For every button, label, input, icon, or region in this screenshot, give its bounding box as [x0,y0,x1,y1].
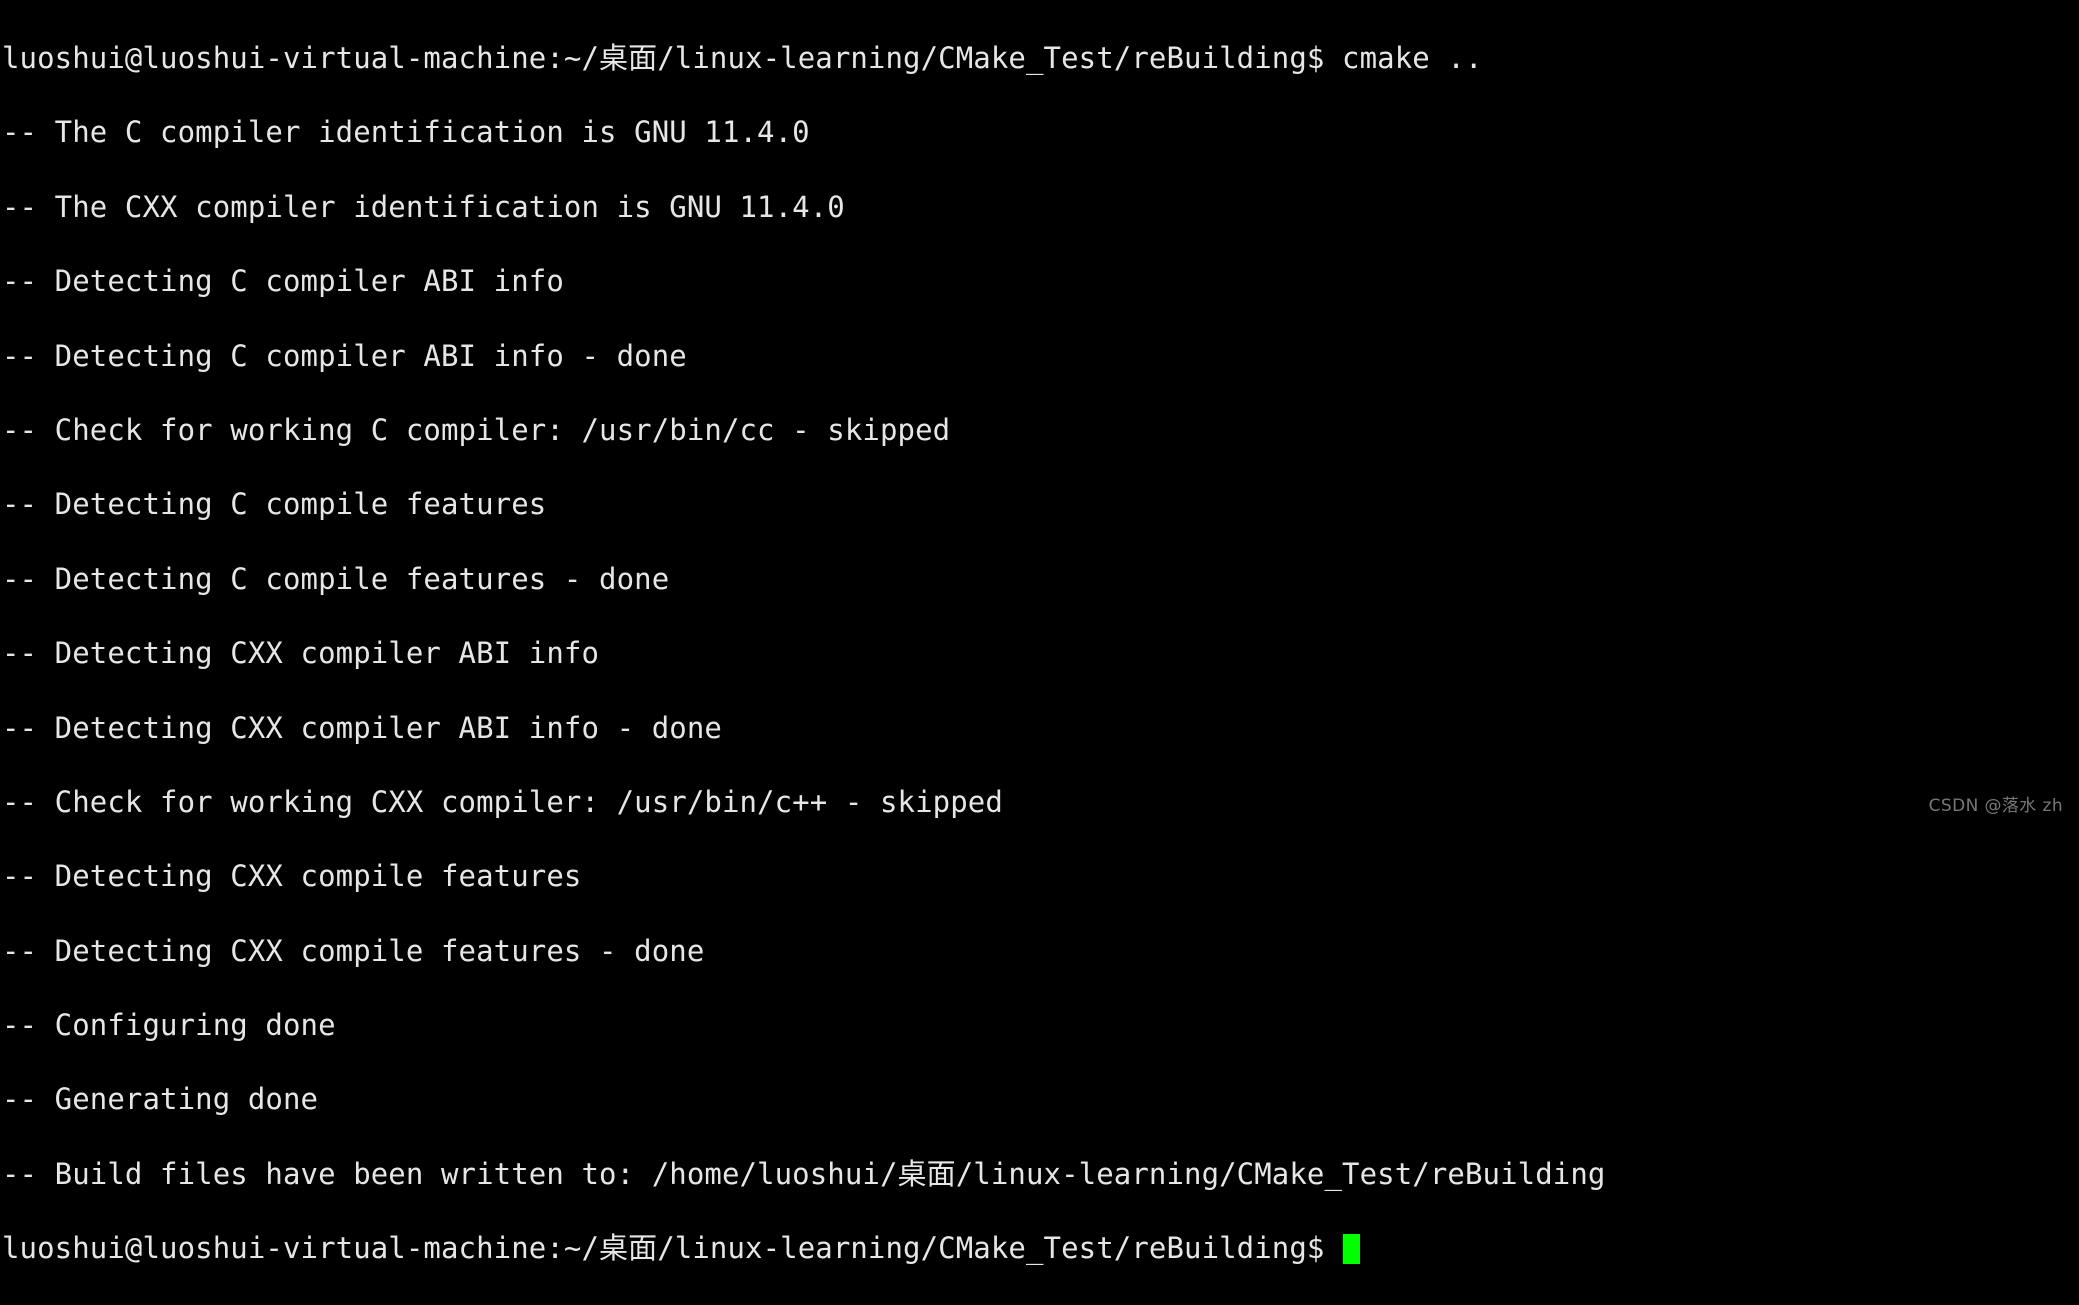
terminal-line: -- Build files have been written to: /ho… [2,1156,2079,1192]
terminal-line-text: luoshui@luoshui-virtual-machine:~/桌面/lin… [2,41,1483,75]
terminal-line-text: -- Generating done [2,1082,319,1117]
terminal-line-text: -- Detecting C compile features - done [2,561,670,596]
terminal-line-text: -- Configuring done [2,1008,336,1043]
terminal-prompt-line[interactable]: luoshui@luoshui-virtual-machine:~/桌面/lin… [2,1230,2079,1266]
terminal-prompt-text: luoshui@luoshui-virtual-machine:~/桌面/lin… [2,1231,1343,1266]
terminal-line: -- Configuring done [2,1007,2079,1043]
terminal-line: luoshui@luoshui-virtual-machine:~/桌面/lin… [2,40,2079,76]
terminal-line: -- Detecting C compiler ABI info - done [2,338,2079,374]
terminal-line-text: -- Check for working C compiler: /usr/bi… [2,412,951,447]
terminal-line: -- Check for working C compiler: /usr/bi… [2,412,2079,448]
terminal-line: -- Check for working CXX compiler: /usr/… [2,784,2079,820]
terminal-line-text: -- Detecting CXX compiler ABI info [2,636,600,671]
terminal-line: -- The CXX compiler identification is GN… [2,189,2079,225]
terminal-line: -- Detecting C compiler ABI info [2,263,2079,299]
terminal-line-text: -- Check for working CXX compiler: /usr/… [2,784,1003,819]
terminal-line: -- Detecting C compile features - done [2,561,2079,597]
terminal-output-area[interactable]: luoshui@luoshui-virtual-machine:~/桌面/lin… [2,2,2079,1305]
terminal-line: -- Generating done [2,1081,2079,1117]
terminal-line-text: -- Detecting CXX compiler ABI info - don… [2,710,722,745]
terminal-line-text: -- Detecting C compile features [2,487,547,522]
terminal-line-text: -- Detecting C compiler ABI info [2,264,564,299]
csdn-watermark: CSDN @落水 zh [1928,796,2063,816]
terminal-line-text: -- Build files have been written to: /ho… [2,1156,1606,1191]
terminal-line-text: -- The C compiler identification is GNU … [2,115,810,150]
terminal-line: -- Detecting C compile features [2,486,2079,522]
terminal-window[interactable]: luoshui@luoshui-virtual-machine:~/桌面/lin… [0,0,2079,1265]
terminal-line-text: -- Detecting C compiler ABI info - done [2,338,687,373]
terminal-line: -- The C compiler identification is GNU … [2,114,2079,150]
terminal-line-text: -- The CXX compiler identification is GN… [2,189,845,224]
terminal-line: -- Detecting CXX compiler ABI info [2,635,2079,671]
terminal-line-text: -- Detecting CXX compile features - done [2,933,705,968]
terminal-cursor [1343,1234,1361,1265]
terminal-line: -- Detecting CXX compile features [2,858,2079,894]
terminal-line-text: -- Detecting CXX compile features [2,859,582,894]
terminal-line: -- Detecting CXX compile features - done [2,933,2079,969]
terminal-line: -- Detecting CXX compiler ABI info - don… [2,710,2079,746]
